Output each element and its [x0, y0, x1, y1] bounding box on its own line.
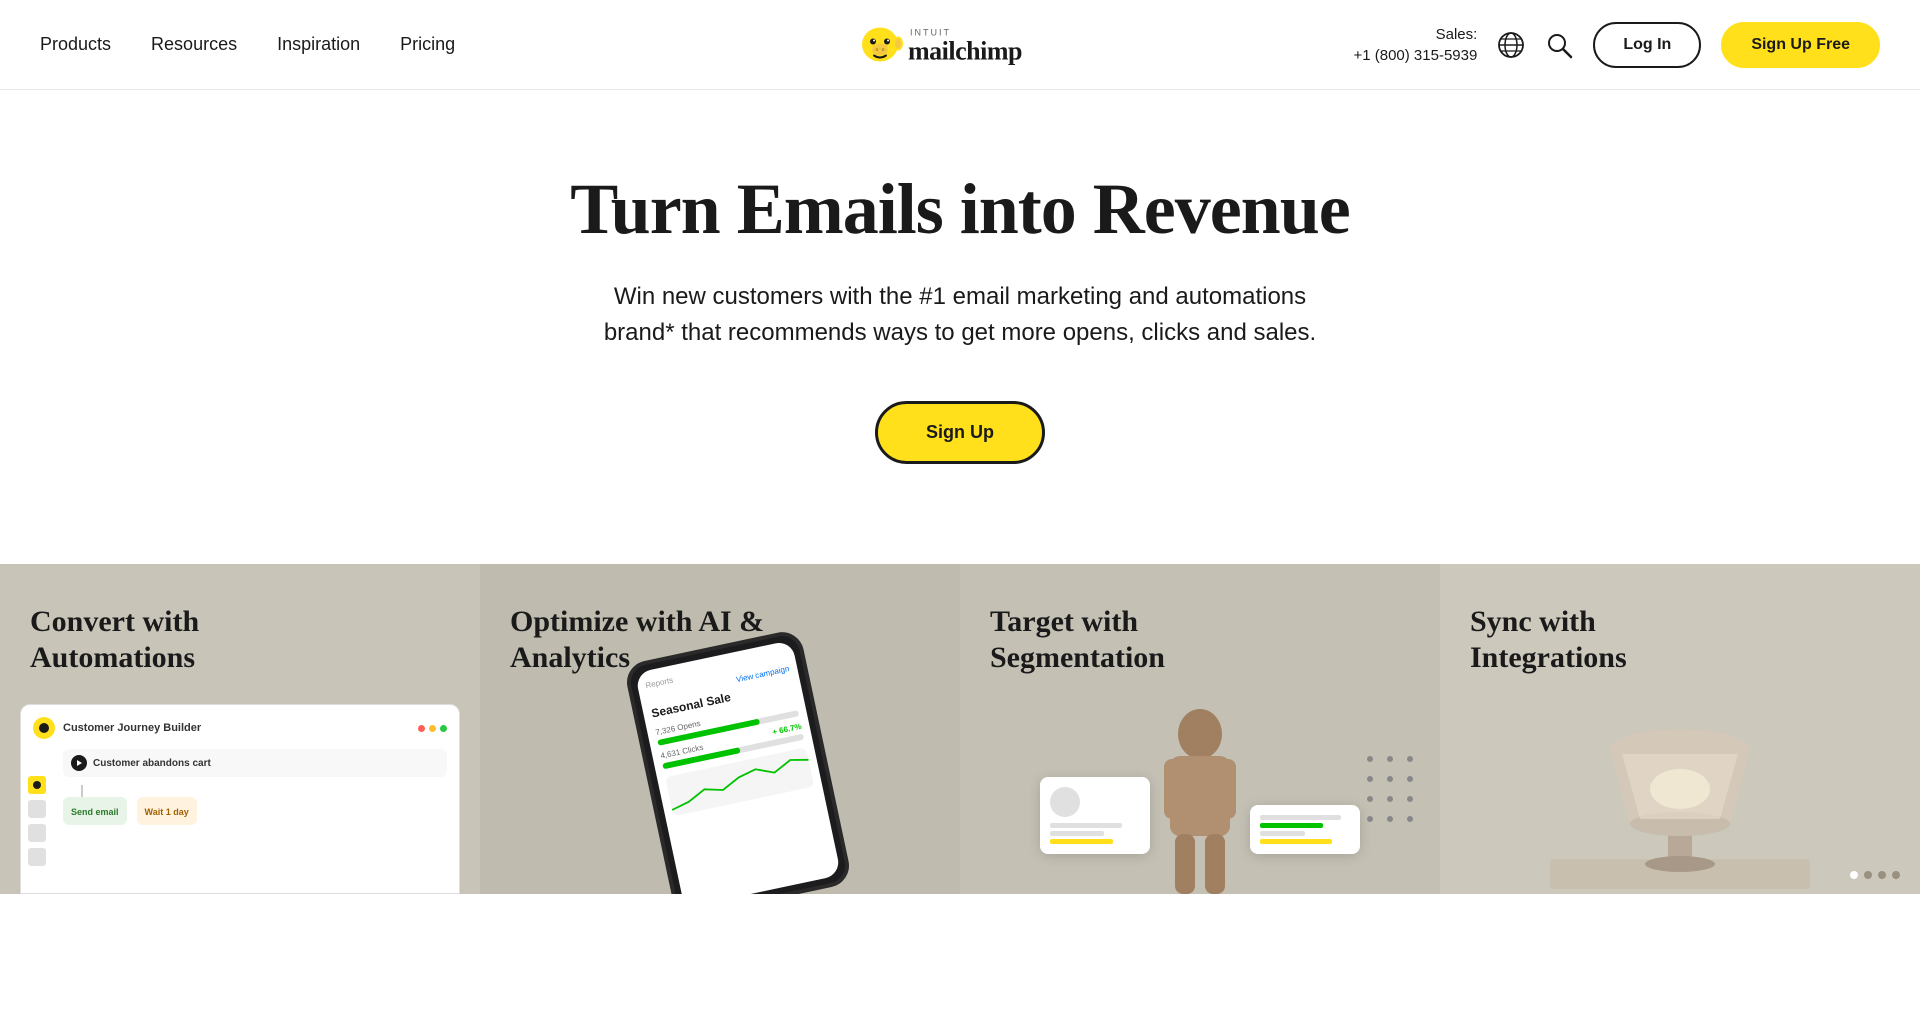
nav-item-inspiration[interactable]: Inspiration: [277, 34, 360, 55]
carousel-dot: [1892, 871, 1900, 879]
mailchimp-logo-svg: INTUIT mailchimp: [850, 15, 1070, 75]
carousel-dot: [1864, 871, 1872, 879]
hero-section: Turn Emails into Revenue Win new custome…: [0, 90, 1920, 564]
cart-abandon-label: Customer abandons cart: [93, 758, 211, 769]
globe-icon[interactable]: [1497, 31, 1525, 59]
svg-text:mailchimp: mailchimp: [908, 36, 1022, 65]
feature-title-integrations: Sync with Integrations: [1470, 604, 1750, 676]
sales-label: Sales:: [1353, 24, 1477, 45]
nav-item-resources[interactable]: Resources: [151, 34, 237, 55]
hero-subtitle: Win new customers with the #1 email mark…: [580, 279, 1340, 351]
sales-phone: +1 (800) 315-5939: [1353, 45, 1477, 66]
logo[interactable]: INTUIT mailchimp: [850, 15, 1070, 75]
login-button[interactable]: Log In: [1593, 22, 1701, 68]
hero-title: Turn Emails into Revenue: [570, 170, 1349, 249]
nav-right: Sales: +1 (800) 315-5939 Log In Sign Up …: [1353, 22, 1880, 68]
hero-signup-button[interactable]: Sign Up: [875, 401, 1045, 464]
carousel-dot: [1878, 871, 1886, 879]
feature-card-automations[interactable]: Convert with Automations Customer Journe…: [0, 564, 480, 894]
person-silhouette: [1150, 694, 1250, 894]
features-section: Convert with Automations Customer Journe…: [0, 564, 1920, 894]
search-icon[interactable]: [1545, 31, 1573, 59]
feature-card-ai-analytics[interactable]: Optimize with AI & Analytics Reports Vie…: [480, 564, 960, 894]
lamp-illustration: [1550, 689, 1810, 889]
cjb-title-label: Customer Journey Builder: [63, 722, 201, 734]
navbar: Products Resources Inspiration Pricing: [0, 0, 1920, 90]
carousel-dot-active: [1850, 871, 1858, 879]
dot-pattern: [1360, 749, 1420, 829]
nav-item-products[interactable]: Products: [40, 34, 111, 55]
feature-title-segmentation: Target with Segmentation: [990, 604, 1270, 676]
feature-card-segmentation[interactable]: Target with Segmentation: [960, 564, 1440, 894]
signup-free-button[interactable]: Sign Up Free: [1721, 22, 1880, 68]
sales-info: Sales: +1 (800) 315-5939: [1353, 24, 1477, 66]
feature-title-automations: Convert with Automations: [30, 604, 310, 676]
carousel-dots: [1850, 871, 1900, 879]
nav-left: Products Resources Inspiration Pricing: [40, 34, 455, 55]
nav-item-pricing[interactable]: Pricing: [400, 34, 455, 55]
feature-card-integrations[interactable]: Sync with Integrations: [1440, 564, 1920, 894]
